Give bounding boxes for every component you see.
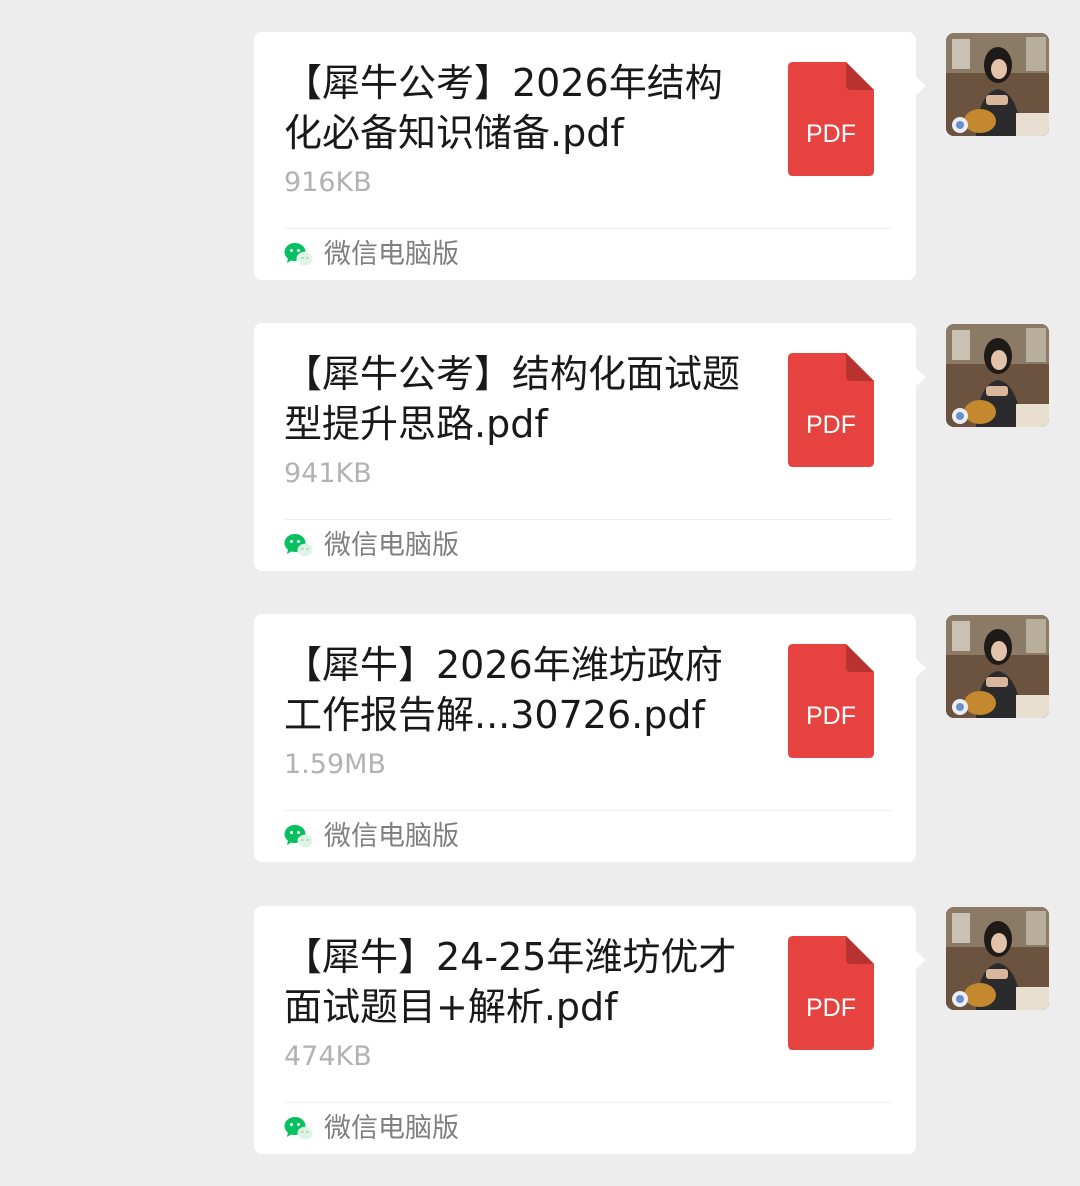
pdf-file-icon: PDF <box>788 936 874 1050</box>
file-size: 1.59MB <box>284 749 386 780</box>
file-message: 【犀牛公考】2026年结构化必备知识储备.pdf 916KB PDF 微信电脑版 <box>0 32 1080 282</box>
file-size: 916KB <box>284 167 372 198</box>
file-size: 474KB <box>284 1041 372 1072</box>
divider <box>284 519 892 520</box>
user-avatar[interactable] <box>946 324 1049 427</box>
pdf-icon-label: PDF <box>806 120 856 148</box>
source-label: 微信电脑版 <box>324 530 459 561</box>
pdf-icon-label: PDF <box>806 994 856 1022</box>
file-card[interactable]: 【犀牛公考】结构化面试题型提升思路.pdf 941KB PDF 微信电脑版 <box>254 323 926 571</box>
file-message: 【犀牛】24-25年潍坊优才面试题目+解析.pdf 474KB PDF 微信电脑… <box>0 906 1080 1156</box>
pdf-file-icon: PDF <box>788 62 874 176</box>
wechat-logo-icon <box>284 242 314 268</box>
file-name: 【犀牛】24-25年潍坊优才面试题目+解析.pdf <box>284 935 737 1029</box>
pdf-icon-label: PDF <box>806 411 856 439</box>
user-avatar[interactable] <box>946 615 1049 718</box>
file-name: 【犀牛公考】结构化面试题型提升思路.pdf <box>284 352 741 446</box>
wechat-logo-icon <box>284 824 314 850</box>
divider <box>284 810 892 811</box>
wechat-logo-icon <box>284 533 314 559</box>
source-label: 微信电脑版 <box>324 1113 459 1144</box>
pdf-file-icon: PDF <box>788 644 874 758</box>
pdf-file-icon: PDF <box>788 353 874 467</box>
file-card[interactable]: 【犀牛】24-25年潍坊优才面试题目+解析.pdf 474KB PDF 微信电脑… <box>254 906 926 1154</box>
file-message: 【犀牛公考】结构化面试题型提升思路.pdf 941KB PDF 微信电脑版 <box>0 323 1080 573</box>
user-avatar[interactable] <box>946 907 1049 1010</box>
divider <box>284 228 892 229</box>
file-name: 【犀牛】2026年潍坊政府工作报告解...30726.pdf <box>284 643 723 737</box>
file-size: 941KB <box>284 458 372 489</box>
file-name: 【犀牛公考】2026年结构化必备知识储备.pdf <box>284 61 723 155</box>
wechat-logo-icon <box>284 1116 314 1142</box>
file-card[interactable]: 【犀牛公考】2026年结构化必备知识储备.pdf 916KB PDF 微信电脑版 <box>254 32 926 280</box>
file-message: 【犀牛】2026年潍坊政府工作报告解...30726.pdf 1.59MB PD… <box>0 614 1080 864</box>
source-label: 微信电脑版 <box>324 821 459 852</box>
file-card[interactable]: 【犀牛】2026年潍坊政府工作报告解...30726.pdf 1.59MB PD… <box>254 614 926 862</box>
divider <box>284 1102 892 1103</box>
pdf-icon-label: PDF <box>806 702 856 730</box>
user-avatar[interactable] <box>946 33 1049 136</box>
source-label: 微信电脑版 <box>324 239 459 270</box>
